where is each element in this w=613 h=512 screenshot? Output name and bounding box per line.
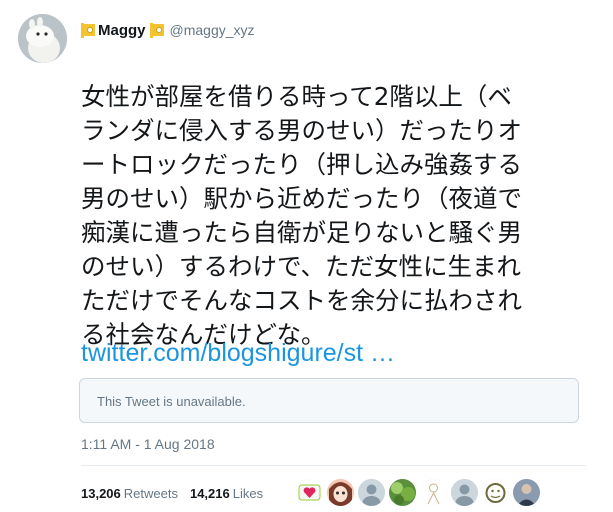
tweet-text-line: 女性が部屋を借りる時って2階以上（ベ	[81, 82, 512, 111]
liker-avatar[interactable]	[358, 478, 385, 506]
tweet-text-line: 痴漢に遭ったら自衛が足りないと騒ぐ男	[81, 218, 522, 247]
retweets-stat[interactable]: 13,206 Retweets	[81, 486, 178, 501]
divider	[81, 465, 586, 466]
liker-avatar[interactable]	[451, 478, 478, 506]
liker-avatar[interactable]	[513, 478, 540, 506]
display-name[interactable]: Maggy	[98, 22, 146, 39]
retweets-label: Retweets	[123, 485, 178, 501]
username[interactable]: @maggy_xyz	[170, 22, 255, 38]
tweet-text: 女性が部屋を借りる時って2階以上（ベ ランダに侵入する男のせい）だったりオ ート…	[81, 80, 586, 352]
heart-badge-avatar-icon	[296, 478, 323, 506]
retweets-count: 13,206	[81, 485, 121, 501]
quoted-tweet-unavailable-text: This Tweet is unavailable.	[97, 394, 246, 409]
liker-avatar[interactable]	[327, 478, 354, 506]
tweet-link[interactable]: twitter.com/blogshigure/st …	[81, 336, 395, 370]
liker-avatar[interactable]	[482, 478, 509, 506]
tweet-text-line: ートロックだったり（押し込み強姦する	[81, 150, 522, 179]
likes-label: Likes	[232, 485, 264, 501]
tweet-card: Maggy @maggy_xyz 女性が部屋を借りる時って2階以上（ベ ランダに…	[0, 0, 613, 512]
photo-person-avatar-icon	[513, 478, 540, 506]
tweet-text-line: 男のせい）駅から近めだったり（夜道で	[81, 184, 522, 213]
tweet-text-line: のせい）するわけで、ただ女性に生まれ	[81, 252, 522, 281]
sketch-character-avatar-icon	[420, 478, 447, 506]
tweet-timestamp[interactable]: 1:11 AM - 1 Aug 2018	[81, 436, 215, 452]
tweet-header: Maggy @maggy_xyz	[81, 18, 255, 42]
tweet-text-line: ランダに侵入する男のせい）だったりオ	[81, 116, 522, 145]
tweet-text-line: ただけでそんなコストを余分に払わされ	[81, 286, 522, 315]
liker-avatars	[296, 477, 544, 507]
doodle-face-avatar-icon	[482, 478, 509, 506]
flag-icon	[149, 22, 164, 38]
likes-stat[interactable]: 14,216 Likes	[190, 486, 263, 501]
default-egg-avatar-icon	[451, 478, 478, 506]
quoted-tweet-card[interactable]: This Tweet is unavailable.	[79, 378, 579, 423]
anime-girl-avatar-icon	[327, 478, 354, 506]
flag-icon	[81, 22, 95, 38]
likes-count: 14,216	[189, 485, 230, 501]
tweet-stats: 13,206 Retweets 14,216 Likes	[81, 482, 275, 504]
liker-avatar[interactable]	[389, 478, 416, 506]
moomin-avatar-icon	[18, 14, 67, 63]
default-egg-avatar-icon	[358, 478, 385, 506]
avatar[interactable]	[18, 14, 67, 63]
liker-avatar[interactable]	[420, 478, 447, 506]
liker-avatar[interactable]	[296, 478, 323, 506]
green-leaves-avatar-icon	[389, 478, 416, 506]
